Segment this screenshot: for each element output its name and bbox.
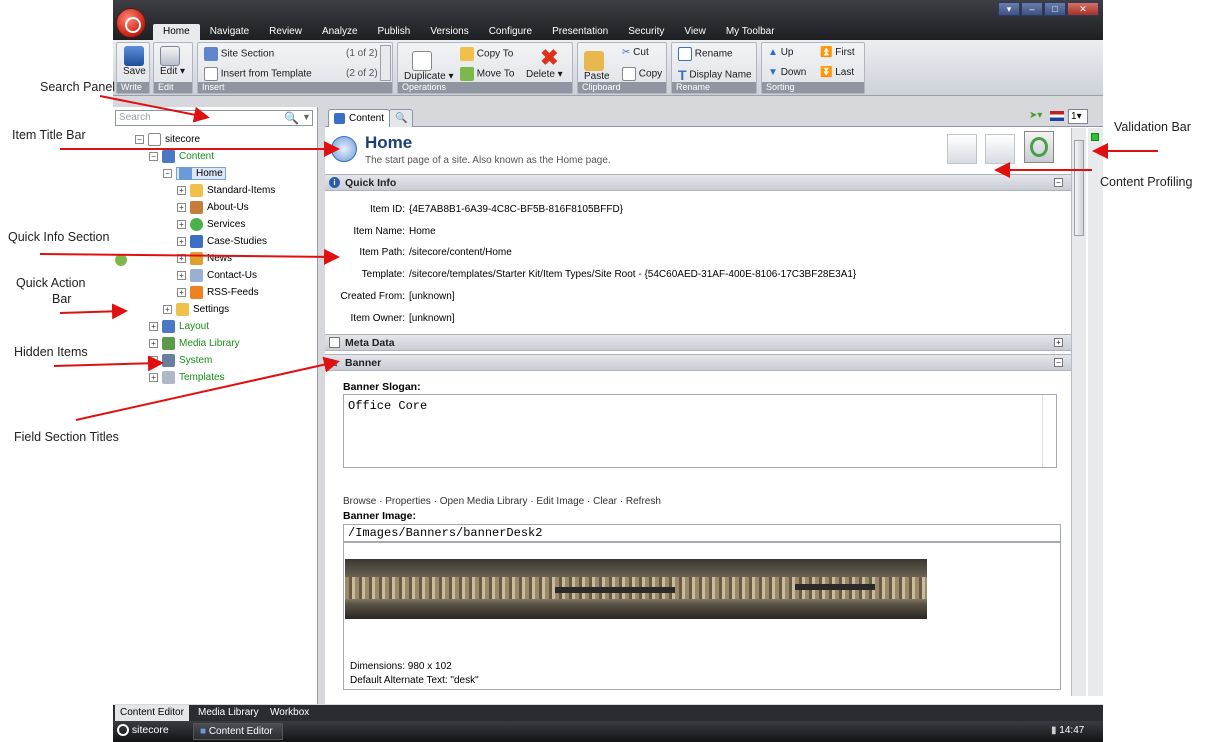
annotation-arrows	[39, 95, 1158, 421]
arrow-hidden-items	[53, 355, 164, 372]
arrow-field-section-titles	[75, 356, 340, 421]
arrow-quick-action-bar	[59, 303, 128, 320]
arrow-search-panel	[99, 95, 210, 123]
arrow-quick-info	[39, 248, 340, 265]
